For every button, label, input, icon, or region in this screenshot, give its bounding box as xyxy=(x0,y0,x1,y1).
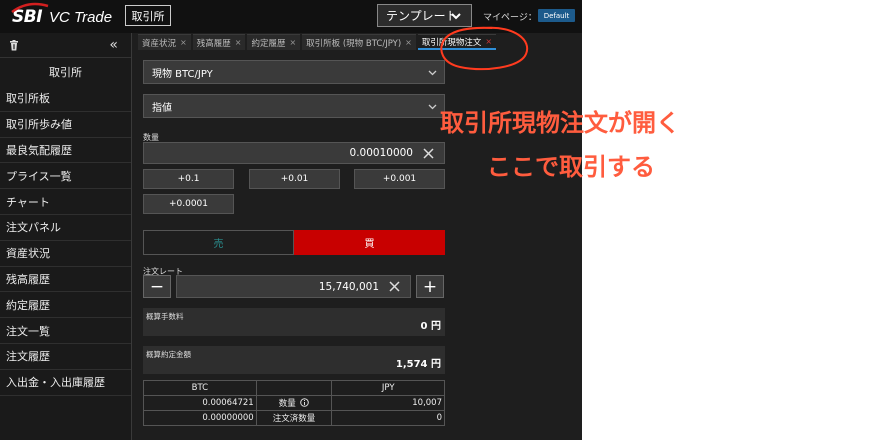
sell-button[interactable]: 売 xyxy=(143,230,294,255)
order-type-value: 指値 xyxy=(152,102,172,114)
mypage-label: マイページ： xyxy=(483,13,537,23)
sidebar-item-order-history[interactable]: 注文履歴 xyxy=(0,344,131,370)
tab-board-btc-jpy[interactable]: 取引所板 (現物 BTC/JPY) × xyxy=(302,34,416,50)
amount-value: 1,574 円 xyxy=(395,359,441,370)
buy-button[interactable]: 買 xyxy=(294,230,445,255)
sidebar-item-order-panel[interactable]: 注文パネル xyxy=(0,215,131,241)
rate-input[interactable]: 15,740,001 xyxy=(176,275,411,298)
close-icon[interactable]: × xyxy=(289,38,296,47)
tab-balance-history[interactable]: 残高履歴 × xyxy=(192,34,246,50)
btc-cell: 0.00064721 xyxy=(143,395,257,411)
order-type-select[interactable]: 指値 xyxy=(143,94,445,118)
increment-0-01-button[interactable]: +0.01 xyxy=(249,169,340,189)
sidebar-toolbar: « xyxy=(0,33,131,58)
rate-decrement-button[interactable]: − xyxy=(143,275,171,298)
pair-select[interactable]: 現物 BTC/JPY xyxy=(143,60,445,84)
sidebar-item-balance-history[interactable]: 残高履歴 xyxy=(0,267,131,293)
table-row: 0.00000000 注文済数量 0 xyxy=(143,410,445,426)
tab-label: 取引所板 (現物 BTC/JPY) xyxy=(306,38,402,49)
trash-icon[interactable] xyxy=(9,40,19,51)
sidebar-item-best-quote-history[interactable]: 最良気配履歴 xyxy=(0,138,131,164)
column-header-jpy: JPY xyxy=(331,380,445,396)
close-icon[interactable]: × xyxy=(235,38,242,47)
tab-assets[interactable]: 資産状況 × xyxy=(138,34,191,50)
amount-label: 概算約定金額 xyxy=(146,350,191,359)
position-summary-table: BTC JPY 0.00064721 数量 10,007 0.00000000 … xyxy=(143,380,445,426)
tab-label: 約定履歴 xyxy=(251,38,286,49)
rate-value: 15,740,001 xyxy=(318,280,379,293)
increment-0-001-button[interactable]: +0.001 xyxy=(354,169,445,189)
quantity-value: 0.00010000 xyxy=(349,147,413,159)
chevron-down-icon xyxy=(428,104,437,110)
sidebar-item-chart[interactable]: チャート xyxy=(0,189,131,215)
tab-label: 残高履歴 xyxy=(196,38,231,49)
btc-cell: 0.00000000 xyxy=(143,410,257,426)
default-badge[interactable]: Default xyxy=(538,9,575,22)
sidebar-item-deposit-history[interactable]: 入出金・入出庫履歴 xyxy=(0,370,131,396)
fee-box: 概算手数料 0 円 xyxy=(143,308,445,336)
jpy-cell: 0 xyxy=(331,410,445,426)
table-row: 0.00064721 数量 10,007 xyxy=(143,395,445,411)
sidebar-item-execution-history[interactable]: 約定履歴 xyxy=(0,292,131,319)
collapse-sidebar-icon[interactable]: « xyxy=(109,37,118,53)
row-label: 数量 xyxy=(278,399,296,409)
sidebar: « 取引所 取引所板 取引所歩み値 最良気配履歴 プライス一覧 チャート 注文パ… xyxy=(0,33,132,440)
row-label: 注文済数量 xyxy=(255,410,333,426)
chevron-down-icon xyxy=(451,13,461,20)
tab-execution-history[interactable]: 約定履歴 × xyxy=(247,34,301,50)
fee-label: 概算手数料 xyxy=(146,312,184,321)
jpy-cell: 10,007 xyxy=(331,395,445,411)
clear-icon[interactable] xyxy=(389,281,400,292)
annotation-circle xyxy=(440,26,529,70)
close-icon[interactable]: × xyxy=(180,38,187,47)
fee-value: 0 円 xyxy=(420,321,441,332)
sidebar-item-price-list[interactable]: プライス一覧 xyxy=(0,163,131,190)
pair-select-value: 現物 BTC/JPY xyxy=(152,68,213,80)
row-label-cell: 数量 xyxy=(255,395,333,411)
exchange-button[interactable]: 取引所 xyxy=(125,5,171,26)
tab-label: 資産状況 xyxy=(142,38,177,49)
sidebar-item-assets[interactable]: 資産状況 xyxy=(0,241,131,267)
info-icon[interactable] xyxy=(300,398,310,407)
annotation-text-line1: 取引所現物注文が開く xyxy=(440,109,680,137)
annotation-text-line2: ここで取引する xyxy=(487,153,655,181)
table-header-row: BTC JPY xyxy=(143,380,445,396)
clear-icon[interactable] xyxy=(423,147,434,159)
sidebar-item-board[interactable]: 取引所板 xyxy=(0,86,131,112)
close-icon[interactable]: × xyxy=(405,38,412,47)
sidebar-item-tick-history[interactable]: 取引所歩み値 xyxy=(0,112,131,138)
column-header-blank xyxy=(255,380,333,396)
sidebar-item-order-list[interactable]: 注文一覧 xyxy=(0,318,131,344)
rate-increment-button[interactable]: + xyxy=(416,275,444,298)
quantity-input[interactable]: 0.00010000 xyxy=(143,142,445,164)
sidebar-title: 取引所 xyxy=(49,66,82,79)
increment-0-1-button[interactable]: +0.1 xyxy=(143,169,234,189)
logo-swoosh-icon xyxy=(11,2,49,14)
amount-box: 概算約定金額 1,574 円 xyxy=(143,346,445,374)
increment-0-0001-button[interactable]: +0.0001 xyxy=(143,194,234,214)
column-header-btc: BTC xyxy=(143,380,257,396)
template-label: テンプレート xyxy=(386,9,458,23)
logo-text: VC Trade xyxy=(49,8,113,26)
